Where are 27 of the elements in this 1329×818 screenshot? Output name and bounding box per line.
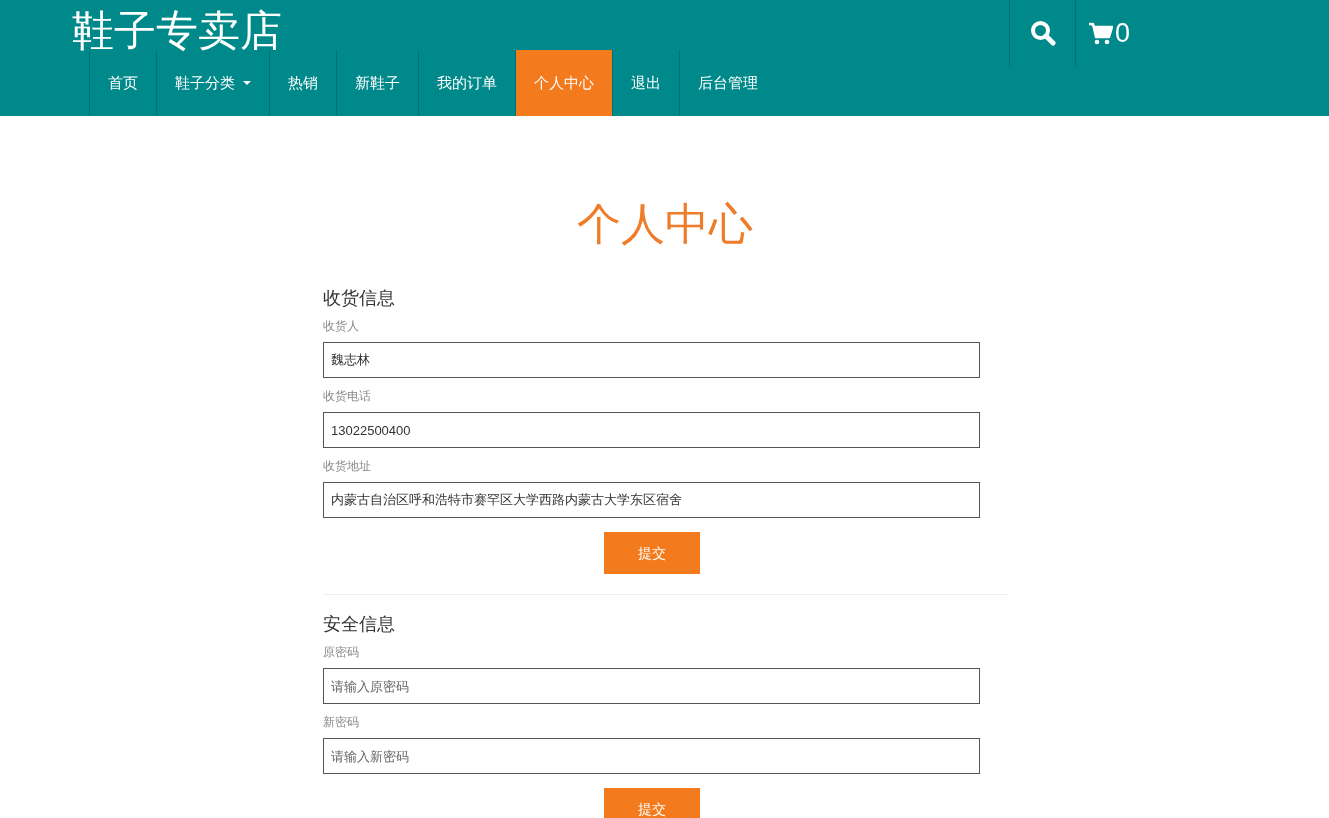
search-icon <box>1029 20 1056 46</box>
input-field[interactable]: 13022500400 <box>323 412 980 448</box>
section-heading: 安全信息 <box>323 613 396 635</box>
nav-tab[interactable]: 个人中心 <box>515 50 612 116</box>
nav-tab[interactable]: 热销 <box>269 50 336 116</box>
input-field[interactable]: 魏志林 <box>323 342 980 378</box>
field-label: 新密码 <box>323 714 360 730</box>
input-field[interactable]: 请输入新密码 <box>323 738 980 774</box>
nav-tab[interactable]: 鞋子分类 <box>156 50 269 116</box>
search-button[interactable] <box>1009 0 1076 66</box>
nav-tab[interactable]: 首页 <box>89 50 156 116</box>
field-label: 收货人 <box>323 318 360 334</box>
submit-button[interactable]: 提交 <box>603 532 700 574</box>
field-label: 收货电话 <box>323 388 372 404</box>
field-label: 原密码 <box>323 644 360 660</box>
page-title: 个人中心 <box>576 198 753 250</box>
submit-button[interactable]: 提交 <box>603 788 700 818</box>
nav-tab[interactable]: 后台管理 <box>679 50 776 116</box>
nav-tab[interactable]: 新鞋子 <box>336 50 418 116</box>
input-field[interactable]: 请输入原密码 <box>323 668 980 704</box>
nav-tab[interactable]: 退出 <box>612 50 679 116</box>
section-heading: 收货信息 <box>323 287 396 309</box>
field-label: 收货地址 <box>323 458 372 474</box>
cart-icon <box>1088 20 1113 46</box>
input-field[interactable]: 内蒙古自治区呼和浩特市赛罕区大学西路内蒙古大学东区宿舍 <box>323 482 980 518</box>
caret-icon <box>243 81 251 85</box>
cart-button[interactable]: 0 <box>1076 0 1142 66</box>
